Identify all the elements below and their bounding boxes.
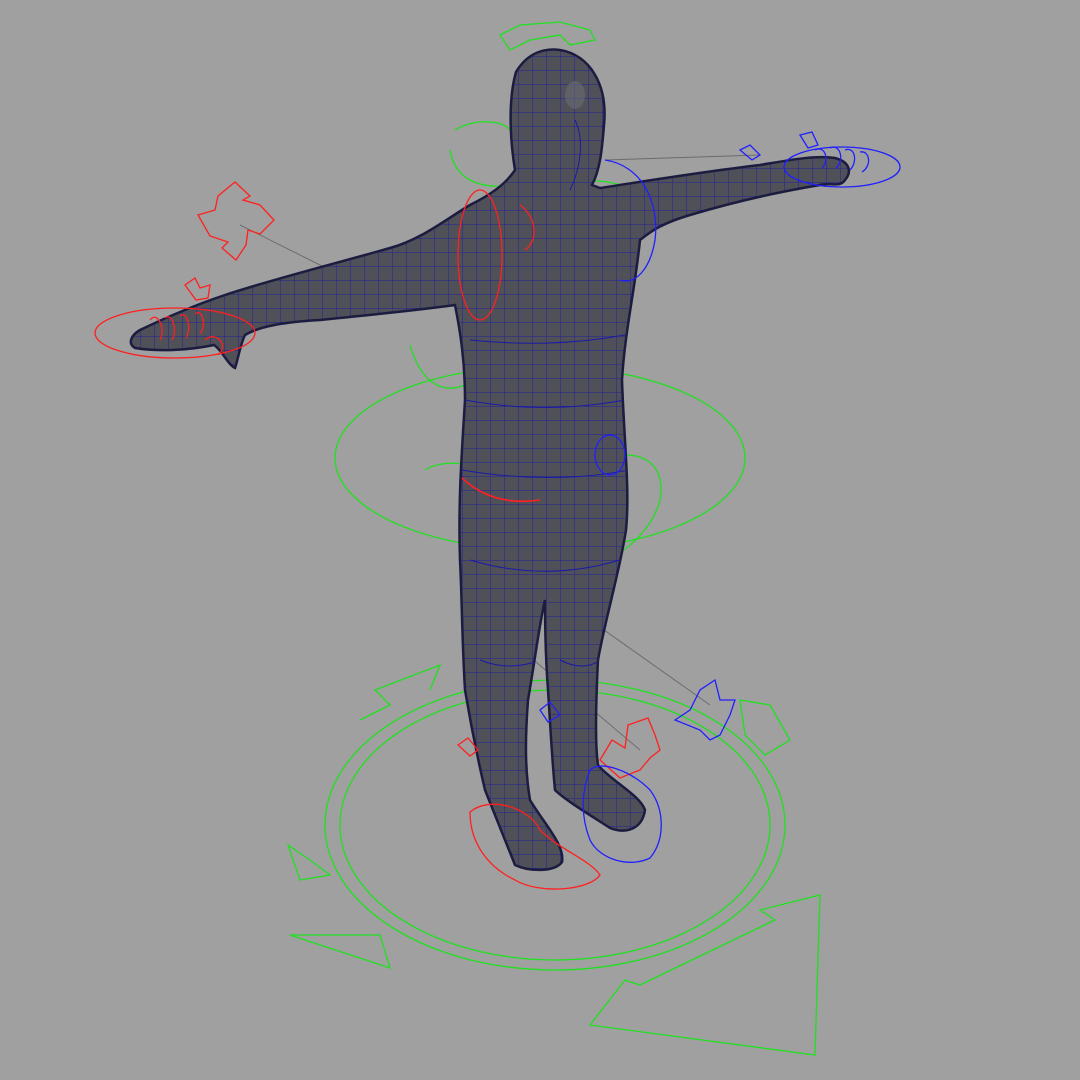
left-knee-pole-control[interactable] xyxy=(599,717,661,779)
right-knee-guide-line xyxy=(589,619,711,706)
spine-control-lower[interactable] xyxy=(409,344,466,389)
head-highlight xyxy=(565,81,585,109)
chest-control[interactable] xyxy=(449,121,516,187)
left-elbow-pole-control[interactable] xyxy=(197,181,275,261)
right-elbow-pole-control[interactable] xyxy=(738,144,762,161)
root-arrow-back-right[interactable] xyxy=(739,699,791,756)
viewport-canvas[interactable] xyxy=(0,0,1080,1080)
root-arrow-back-left[interactable] xyxy=(359,663,442,721)
character-mesh[interactable] xyxy=(100,40,880,880)
root-arrow-front-left[interactable] xyxy=(289,934,391,970)
left-wrist-ik-control[interactable] xyxy=(184,277,211,301)
head-control[interactable] xyxy=(499,21,596,51)
right-wrist-ik-control[interactable] xyxy=(798,131,819,149)
root-arrow-left[interactable] xyxy=(286,843,332,881)
3d-viewport[interactable] xyxy=(0,0,1080,1080)
right-knee-pole-control[interactable] xyxy=(673,678,736,741)
root-arrow-front-right[interactable] xyxy=(588,894,821,1056)
right-elbow-guide-line xyxy=(604,154,761,161)
